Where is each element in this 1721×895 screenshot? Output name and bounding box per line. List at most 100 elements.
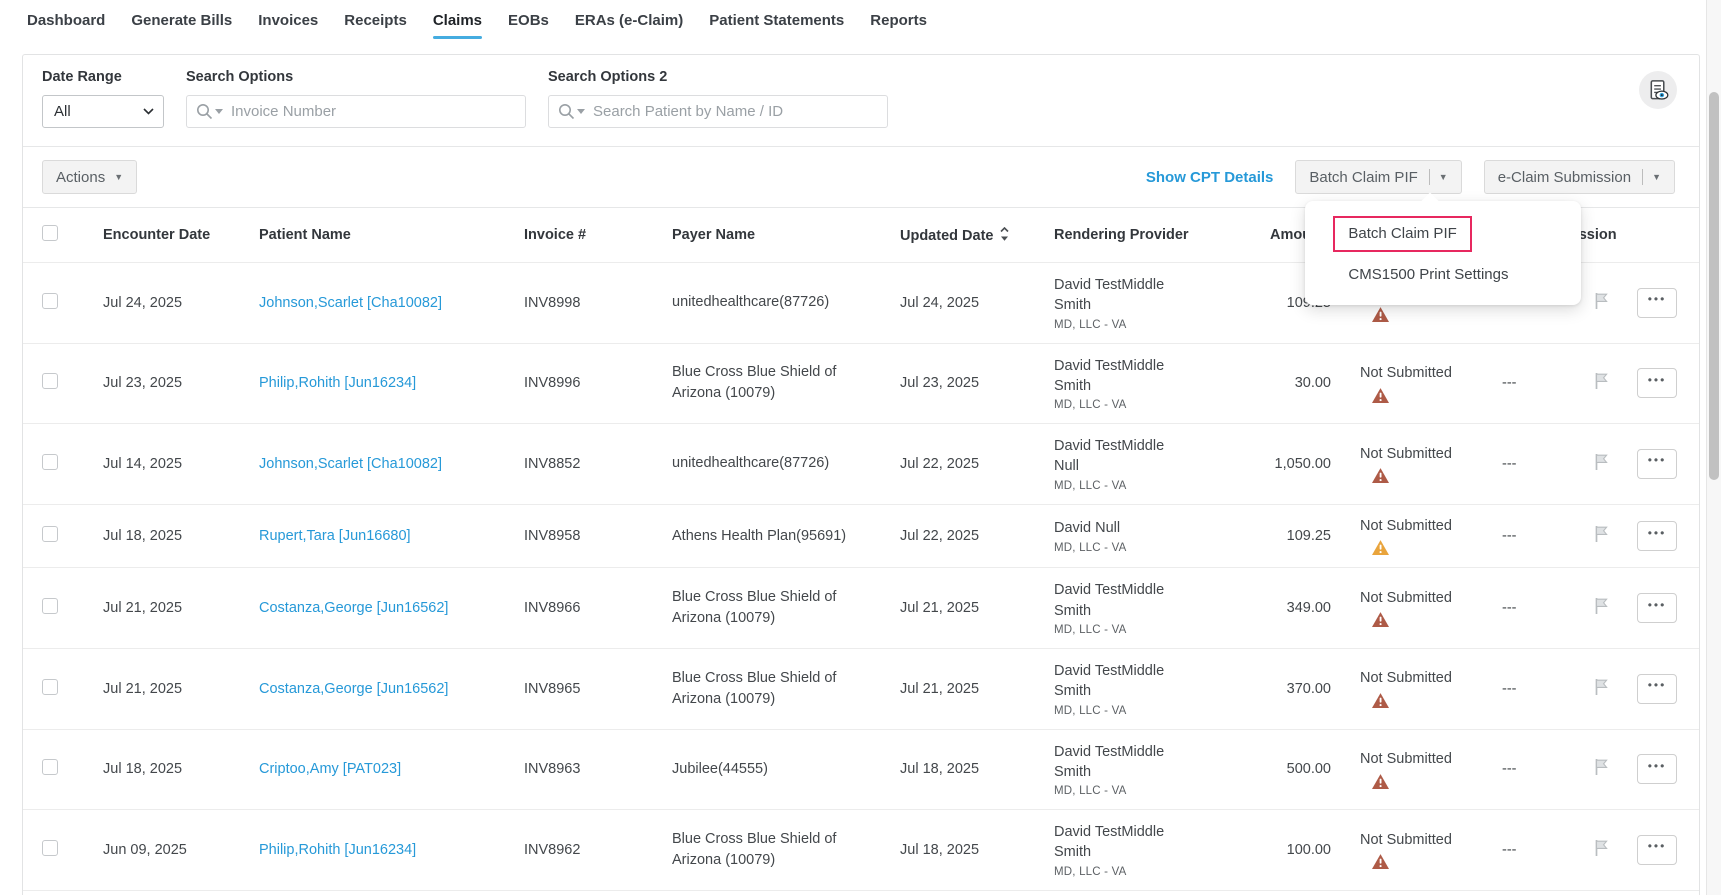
row-checkbox[interactable] — [42, 454, 58, 470]
date-range-select[interactable]: All — [42, 95, 164, 128]
updated-date-cell: Jul 22, 2025 — [876, 528, 1030, 544]
flag-icon[interactable] — [1594, 597, 1609, 615]
table-row: Jun 09, 2025 Philip,Rohith [Jun16234] IN… — [23, 809, 1699, 890]
flag-icon[interactable] — [1594, 758, 1609, 776]
show-cpt-details-link[interactable]: Show CPT Details — [1146, 169, 1274, 186]
flag-icon[interactable] — [1594, 678, 1609, 696]
warning-icon — [1372, 693, 1389, 708]
nav-item[interactable]: Dashboard — [27, 12, 105, 44]
batch-claim-menu: Batch Claim PIFCMS1500 Print Settings — [1305, 201, 1581, 305]
patient-link[interactable]: Philip,Rohith [Jun16234] — [259, 375, 416, 391]
menu-item[interactable]: Batch Claim PIF — [1305, 213, 1581, 257]
col-payer-name[interactable]: Payer Name — [648, 210, 876, 260]
eclaim-submission-cell: --- — [1478, 842, 1578, 858]
document-eye-icon — [1647, 79, 1670, 102]
table-row: Jul 21, 2025 Costanza,George [Jun16562] … — [23, 648, 1699, 729]
payer-name-cell: Blue Cross Blue Shield of Arizona (10079… — [648, 829, 876, 871]
patient-link[interactable]: Johnson,Scarlet [Cha10082] — [259, 456, 442, 472]
updated-date-cell: Jul 23, 2025 — [876, 375, 1030, 391]
payer-name-cell: unitedhealthcare(87726) — [648, 292, 876, 313]
invoice-number-cell: INV8958 — [500, 528, 648, 544]
amount-cell: 349.00 — [1242, 600, 1336, 616]
batch-claim-pif-button[interactable]: Batch Claim PIF ▼ — [1295, 160, 1461, 194]
top-nav: Dashboard Generate Bills Invoices Receipts C… — [0, 0, 1721, 44]
sort-icon[interactable] — [999, 227, 1010, 242]
flag-icon[interactable] — [1594, 292, 1609, 310]
table-row: Jul 23, 2025 Philip,Rohith [Jun16234] IN… — [23, 343, 1699, 424]
col-updated-date[interactable]: Updated Date — [876, 210, 1030, 261]
col-invoice[interactable]: Invoice # — [500, 210, 648, 260]
row-actions-button[interactable]: ••• — [1637, 754, 1677, 784]
claim-status-cell: Not Submitted — [1336, 445, 1478, 484]
patient-link[interactable]: Costanza,George [Jun16562] — [259, 600, 448, 616]
row-actions-button[interactable]: ••• — [1637, 521, 1677, 551]
encounter-date-cell: Jul 24, 2025 — [79, 295, 235, 311]
claim-status-cell: Not Submitted — [1336, 364, 1478, 403]
actions-button[interactable]: Actions ▼ — [42, 160, 137, 194]
menu-item[interactable]: CMS1500 Print Settings — [1305, 257, 1581, 292]
updated-date-cell: Jul 21, 2025 — [876, 681, 1030, 697]
flag-icon[interactable] — [1594, 453, 1609, 471]
row-checkbox[interactable] — [42, 526, 58, 542]
claim-preview-button[interactable] — [1639, 71, 1677, 109]
flag-icon[interactable] — [1594, 525, 1609, 543]
row-checkbox[interactable] — [42, 373, 58, 389]
patient-link[interactable]: Rupert,Tara [Jun16680] — [259, 528, 411, 544]
claims-panel: Date Range All Search Options Search Opt… — [22, 54, 1700, 895]
patient-link[interactable]: Criptoo,Amy [PAT023] — [259, 761, 401, 777]
encounter-date-cell: Jul 23, 2025 — [79, 375, 235, 391]
nav-item[interactable]: Generate Bills — [131, 12, 232, 44]
nav-item[interactable]: Receipts — [344, 12, 407, 44]
warning-icon — [1372, 468, 1389, 483]
search-icon[interactable] — [196, 103, 223, 120]
patient-search-input[interactable] — [548, 95, 888, 128]
row-actions-button[interactable]: ••• — [1637, 368, 1677, 398]
vertical-scrollbar[interactable] — [1706, 0, 1721, 895]
row-actions-button[interactable]: ••• — [1637, 593, 1677, 623]
row-actions-button[interactable]: ••• — [1637, 674, 1677, 704]
patient-link[interactable]: Costanza,George [Jun16562] — [259, 681, 448, 697]
col-patient-name[interactable]: Patient Name — [235, 210, 500, 260]
rendering-provider-cell: David TestMiddle Smith MD, LLC - VA — [1030, 356, 1242, 412]
row-actions-button[interactable]: ••• — [1637, 288, 1677, 318]
encounter-date-cell: Jul 18, 2025 — [79, 528, 235, 544]
patient-link[interactable]: Philip,Rohith [Jun16234] — [259, 842, 416, 858]
nav-item[interactable]: ERAs (e-Claim) — [575, 12, 683, 44]
eclaim-submission-cell: --- — [1478, 456, 1578, 472]
nav-item[interactable]: Invoices — [258, 12, 318, 44]
row-checkbox[interactable] — [42, 759, 58, 775]
flag-icon[interactable] — [1594, 839, 1609, 857]
rendering-provider-cell: David TestMiddle Smith MD, LLC - VA — [1030, 661, 1242, 717]
payer-name-cell: Blue Cross Blue Shield of Arizona (10079… — [648, 668, 876, 710]
col-rendering-provider[interactable]: Rendering Provider — [1030, 210, 1242, 260]
row-actions-button[interactable]: ••• — [1637, 835, 1677, 865]
nav-item[interactable]: Patient Statements — [709, 12, 844, 44]
eclaim-submission-cell: --- — [1478, 600, 1578, 616]
updated-date-cell: Jul 18, 2025 — [876, 761, 1030, 777]
flag-icon[interactable] — [1594, 372, 1609, 390]
row-checkbox[interactable] — [42, 840, 58, 856]
claim-status-cell: Not Submitted — [1336, 589, 1478, 628]
row-checkbox[interactable] — [42, 598, 58, 614]
invoice-search-input[interactable] — [186, 95, 526, 128]
nav-item[interactable]: EOBs — [508, 12, 549, 44]
encounter-date-cell: Jul 21, 2025 — [79, 681, 235, 697]
eclaim-submission-button[interactable]: e-Claim Submission ▼ — [1484, 160, 1675, 194]
col-encounter-date[interactable]: Encounter Date — [79, 210, 235, 260]
eclaim-submission-cell: --- — [1478, 528, 1578, 544]
encounter-date-cell: Jul 21, 2025 — [79, 600, 235, 616]
nav-item[interactable]: Claims — [433, 12, 482, 44]
select-all-checkbox[interactable] — [42, 225, 58, 241]
rendering-provider-cell: David Null MD, LLC - VA — [1030, 518, 1242, 553]
patient-link[interactable]: Johnson,Scarlet [Cha10082] — [259, 295, 442, 311]
eclaim-submission-cell: --- — [1478, 375, 1578, 391]
row-checkbox[interactable] — [42, 679, 58, 695]
warning-icon — [1372, 854, 1389, 869]
search-options2-label: Search Options 2 — [548, 69, 888, 85]
search-icon[interactable] — [558, 103, 585, 120]
nav-item[interactable]: Reports — [870, 12, 927, 44]
row-actions-button[interactable]: ••• — [1637, 449, 1677, 479]
warning-icon — [1372, 612, 1389, 627]
scrollbar-thumb[interactable] — [1709, 92, 1719, 480]
row-checkbox[interactable] — [42, 293, 58, 309]
